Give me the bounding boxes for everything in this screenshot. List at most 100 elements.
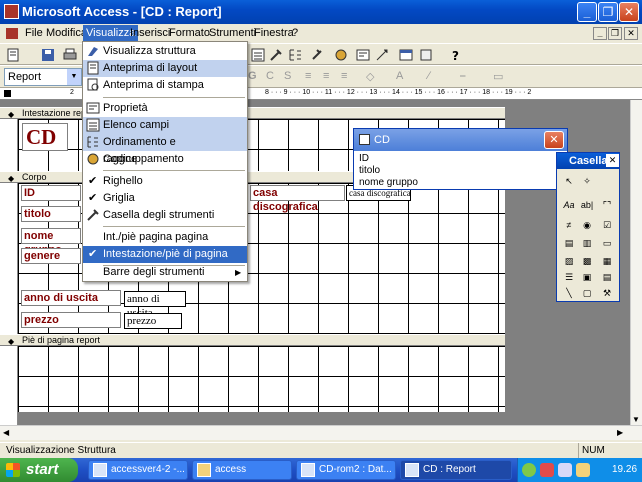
menu-item-righello[interactable]: ✔ Righello xyxy=(83,173,247,190)
menu-item-casella-degli-strumenti[interactable]: Casella degli strumenti xyxy=(83,207,247,224)
database-window-icon[interactable] xyxy=(398,47,414,63)
print-icon[interactable] xyxy=(62,47,78,63)
cursive-icon[interactable]: C xyxy=(266,70,274,82)
toggle-button-tool-icon[interactable]: ≠ xyxy=(561,217,577,233)
menu-help[interactable]: ? xyxy=(292,27,298,39)
menu-file[interactable]: File xyxy=(25,27,43,39)
tab-control-tool-icon[interactable]: ▣ xyxy=(579,269,595,285)
underline-icon[interactable]: S xyxy=(284,70,291,82)
taskbar-item-access-folder[interactable]: access xyxy=(192,460,292,480)
list-box-tool-icon[interactable]: ▥ xyxy=(579,235,595,251)
code-icon[interactable] xyxy=(333,47,349,63)
chevron-down-icon[interactable]: ▼ xyxy=(67,69,81,85)
taskbar-item-cd-rom2-database[interactable]: CD-rom2 : Dat... xyxy=(296,460,396,480)
field-list-item-id[interactable]: ID xyxy=(359,153,369,164)
menu-item-ordinamento-e-raggruppamento[interactable]: Ordinamento e raggruppamento xyxy=(83,134,247,165)
image-tool-icon[interactable]: ▨ xyxy=(561,253,577,269)
option-button-tool-icon[interactable]: ◉ xyxy=(579,217,595,233)
sorting-grouping-icon[interactable] xyxy=(287,47,303,63)
object-combo[interactable]: Report ▼ xyxy=(4,68,82,86)
anno-di-uscita-field[interactable]: anno di uscita xyxy=(124,291,186,319)
view-icon[interactable] xyxy=(6,47,22,63)
mdi-close-button[interactable]: ✕ xyxy=(624,27,638,40)
field-list-item-nome-gruppo[interactable]: nome gruppo xyxy=(359,177,418,188)
document-icon[interactable] xyxy=(6,28,18,39)
close-button[interactable]: ✕ xyxy=(619,2,639,22)
minimize-button[interactable]: _ xyxy=(577,2,597,22)
access-app-icon[interactable] xyxy=(4,4,19,19)
field-list-item-titolo[interactable]: titolo xyxy=(359,165,380,176)
menu-modifica[interactable]: Modifica xyxy=(46,27,87,39)
option-group-tool-icon[interactable]: ⌜⌝ xyxy=(599,197,615,213)
anno-di-uscita-label[interactable]: anno di uscita xyxy=(21,290,121,306)
rectangle-tool-icon[interactable]: ▢ xyxy=(579,285,595,301)
menu-item-proprieta[interactable]: Proprietà xyxy=(83,100,247,117)
line-width-icon[interactable]: ⎯ xyxy=(460,70,466,83)
prezzo-label[interactable]: prezzo xyxy=(21,312,121,328)
menu-strumenti[interactable]: Strumenti xyxy=(209,27,256,39)
menu-item-codice[interactable]: Codice xyxy=(83,151,247,168)
new-object-icon[interactable] xyxy=(418,47,434,63)
font-color-icon[interactable]: A xyxy=(396,70,403,82)
menu-item-anteprima-di-stampa[interactable]: Anteprima di stampa xyxy=(83,77,247,94)
help-icon[interactable]: ? xyxy=(448,47,464,63)
properties-icon[interactable] xyxy=(355,47,371,63)
volume-icon[interactable] xyxy=(558,463,572,477)
mdi-minimize-button[interactable]: _ xyxy=(593,27,607,40)
security-icon[interactable] xyxy=(540,463,554,477)
menu-finestra[interactable]: Finestra xyxy=(254,27,294,39)
textbox-tool-icon[interactable]: ab| xyxy=(579,197,595,213)
italic-icon[interactable]: G xyxy=(248,70,257,82)
subreport-tool-icon[interactable]: ▤ xyxy=(599,269,615,285)
command-button-tool-icon[interactable]: ▭ xyxy=(599,235,615,251)
bound-object-tool-icon[interactable]: ▦ xyxy=(599,253,615,269)
control-wizards-icon[interactable]: ✧ xyxy=(579,173,595,189)
line-color-icon[interactable]: ∕ xyxy=(428,70,430,82)
report-title-label[interactable]: CD xyxy=(22,123,68,151)
genere-label[interactable]: genere xyxy=(21,248,81,264)
select-objects-icon[interactable]: ↖ xyxy=(561,173,577,189)
align-right-icon[interactable]: ≡ xyxy=(341,70,347,82)
scroll-left-icon[interactable]: ◀ xyxy=(3,428,9,437)
menu-inserisci[interactable]: Inserisci xyxy=(130,27,170,39)
maximize-button[interactable]: ❐ xyxy=(598,2,618,22)
nome-gruppo-label[interactable]: nome gruppo xyxy=(21,228,81,256)
messenger-icon[interactable] xyxy=(576,463,590,477)
checkbox-tool-icon[interactable]: ☑ xyxy=(599,217,615,233)
id-label[interactable]: ID xyxy=(21,185,81,201)
section-header-bar[interactable]: ◆ Intestazione report xyxy=(0,107,505,119)
network-icon[interactable] xyxy=(522,463,536,477)
menu-item-int-pie-pagina-pagina[interactable]: Int./piè pagina pagina xyxy=(83,229,247,246)
casa-discografica-label[interactable]: casa discografica xyxy=(250,185,345,213)
scroll-down-icon[interactable]: ▼ xyxy=(632,415,640,424)
toolbox-close-button[interactable]: ✕ xyxy=(606,154,619,167)
field-list-close-button[interactable]: ✕ xyxy=(544,131,564,149)
menu-item-griglia[interactable]: ✔ Griglia xyxy=(83,190,247,207)
autoformat-icon[interactable] xyxy=(309,47,325,63)
vertical-scrollbar[interactable]: ▼ xyxy=(630,100,642,425)
prezzo-field[interactable]: prezzo xyxy=(124,313,182,329)
fill-color-icon[interactable]: ◇ xyxy=(366,70,374,83)
align-center-icon[interactable]: ≡ xyxy=(323,70,329,82)
menu-item-intestazione-pie-pagina-report[interactable]: ✔ Intestazione/piè di pagina report xyxy=(83,246,247,277)
label-tool-icon[interactable]: Aa xyxy=(561,197,577,213)
align-left-icon[interactable]: ≡ xyxy=(305,70,311,82)
build-icon[interactable] xyxy=(374,47,390,63)
line-tool-icon[interactable]: ╲ xyxy=(561,285,577,301)
section-footer-bar[interactable]: ◆ Piè di pagina report xyxy=(0,334,505,346)
taskbar-item-cd-report[interactable]: CD : Report xyxy=(400,460,512,480)
menu-formato[interactable]: Formato xyxy=(169,27,210,39)
save-icon[interactable] xyxy=(40,47,56,63)
taskbar-item-accessver[interactable]: accessver4-2 -... xyxy=(88,460,188,480)
footer-section-grid[interactable] xyxy=(18,346,505,412)
field-list-title-bar[interactable]: CD xyxy=(354,129,567,151)
field-list-icon[interactable] xyxy=(250,47,266,63)
page-break-tool-icon[interactable]: ☰ xyxy=(561,269,577,285)
menu-item-elenco-campi[interactable]: Elenco campi xyxy=(83,117,247,134)
titolo-label[interactable]: titolo xyxy=(21,206,81,222)
toolbox-icon[interactable] xyxy=(268,47,284,63)
scroll-right-icon[interactable]: ▶ xyxy=(617,428,623,437)
menu-item-visualizza-struttura[interactable]: Visualizza struttura xyxy=(83,43,247,60)
mdi-restore-button[interactable]: ❐ xyxy=(608,27,622,40)
horizontal-scrollbar[interactable]: ◀ ▶ xyxy=(0,425,642,440)
